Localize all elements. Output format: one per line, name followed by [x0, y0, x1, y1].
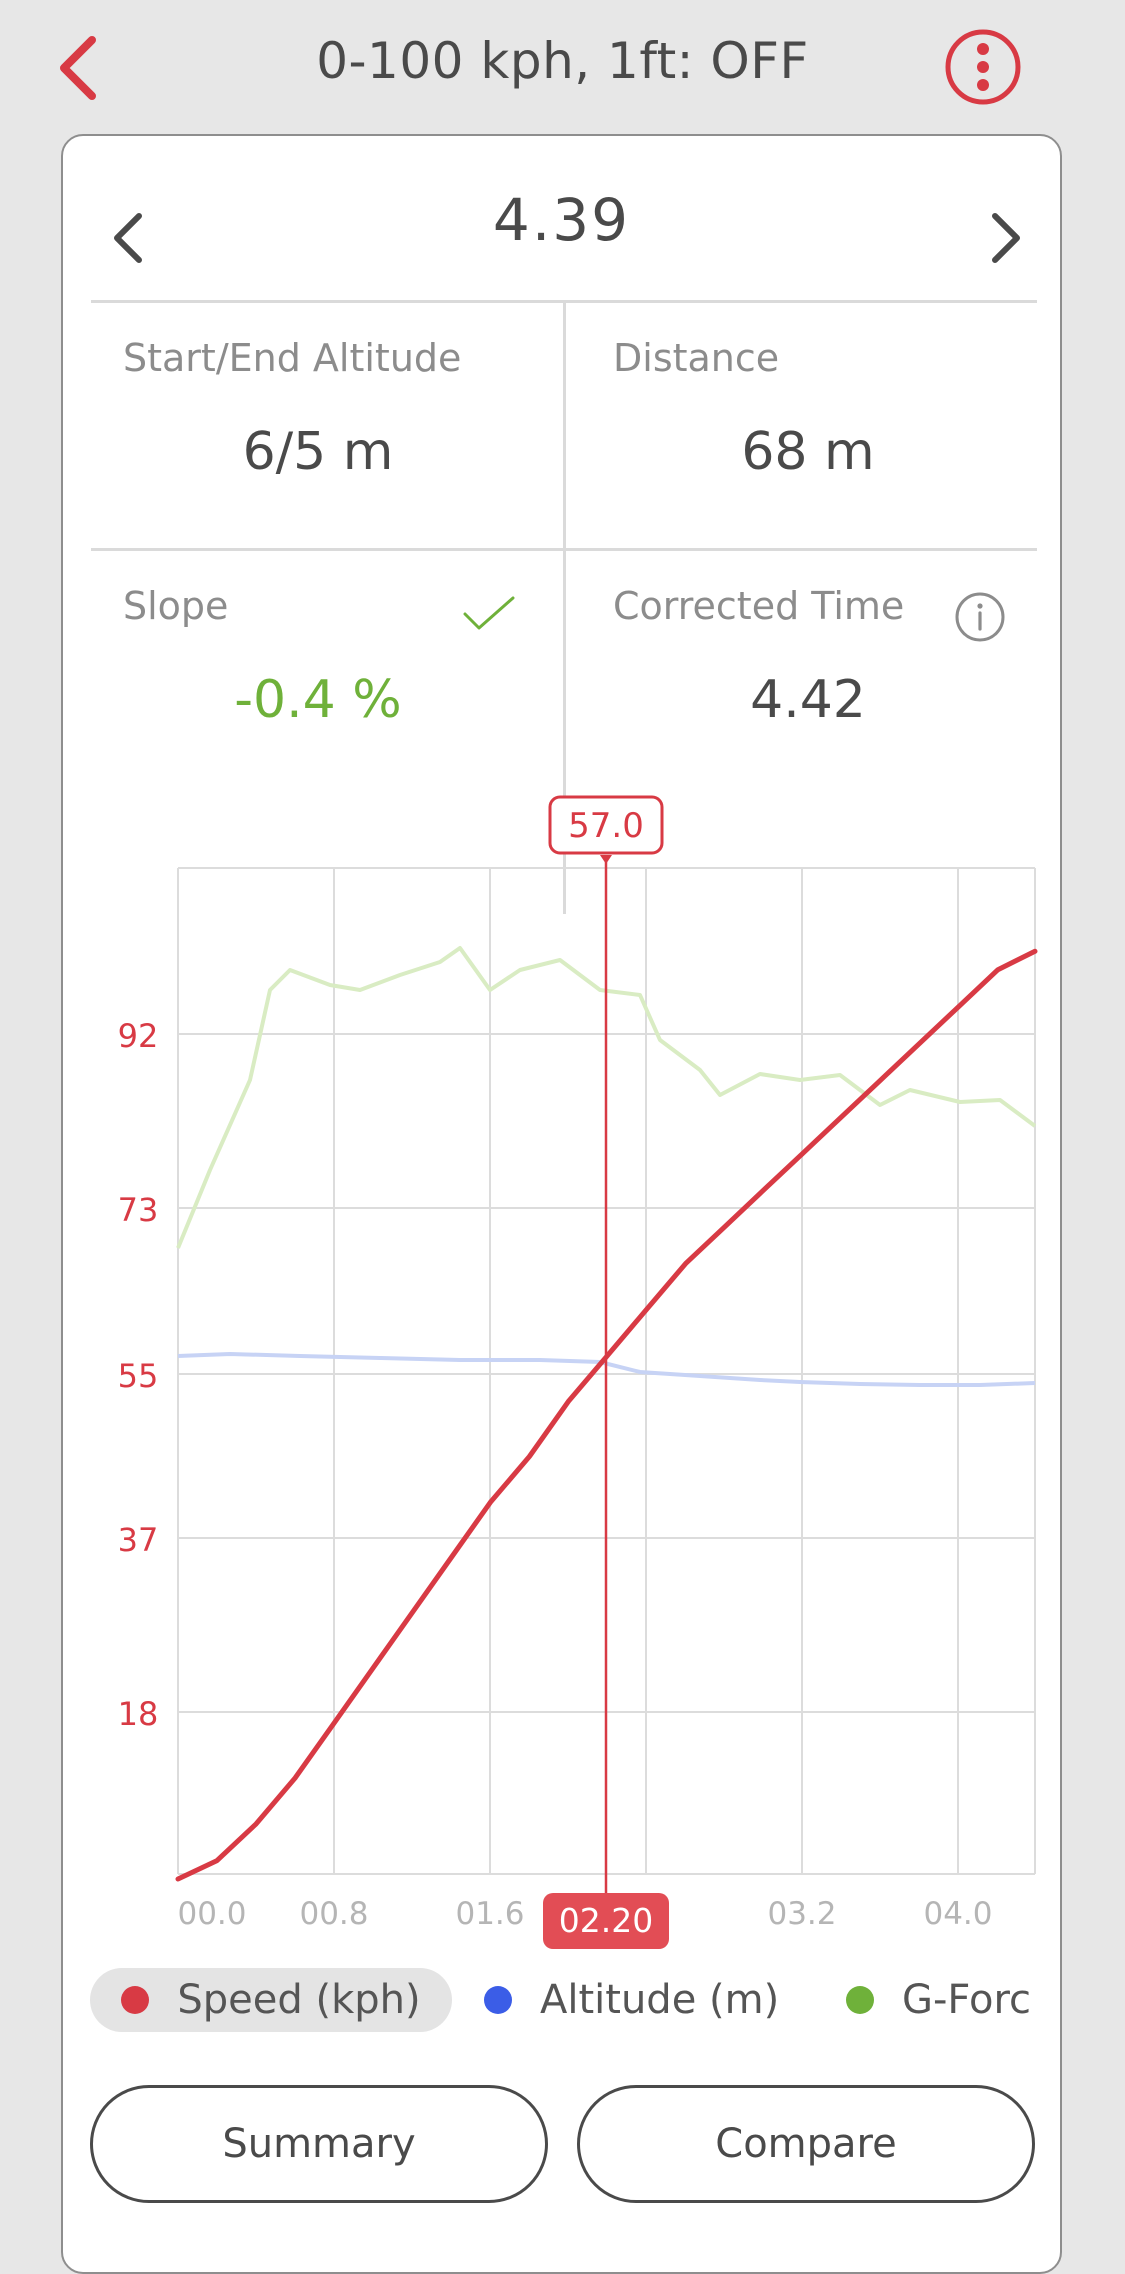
altitude-dot-icon	[484, 1986, 512, 2014]
compare-button[interactable]: Compare	[577, 2085, 1035, 2203]
cursor-pointer-icon	[600, 855, 612, 864]
x-tick-label: 00.8	[299, 1896, 368, 1932]
cursor-value-label: 57.0	[568, 806, 644, 846]
summary-button[interactable]: Summary	[90, 2085, 548, 2203]
y-tick-label: 73	[118, 1191, 159, 1229]
legend-label: Speed (kph)	[177, 1977, 420, 2023]
x-tick-label: 00.0	[177, 1896, 246, 1932]
legend-item-speed[interactable]: Speed (kph)	[90, 1968, 452, 2032]
y-tick-label: 18	[118, 1695, 159, 1733]
x-tick-label: 04.0	[923, 1896, 992, 1932]
run-chart[interactable]: 927355371800.000.801.62.403.204.057.002.…	[0, 0, 1125, 1960]
y-tick-label: 37	[118, 1521, 159, 1559]
legend-item-altitude[interactable]: Altitude (m)	[484, 1968, 779, 2032]
legend-item-gforce[interactable]: G-Forc	[846, 1968, 1036, 2032]
y-tick-label: 55	[118, 1357, 159, 1395]
legend-label: Altitude (m)	[540, 1977, 779, 2023]
y-tick-label: 92	[118, 1017, 159, 1055]
cursor-time-label: 02.20	[559, 1901, 653, 1940]
legend-label: G-Forc	[902, 1977, 1031, 2023]
speed-dot-icon	[121, 1986, 149, 2014]
gforce-dot-icon	[846, 1986, 874, 2014]
x-tick-label: 03.2	[767, 1896, 836, 1932]
x-tick-label: 01.6	[455, 1896, 524, 1932]
